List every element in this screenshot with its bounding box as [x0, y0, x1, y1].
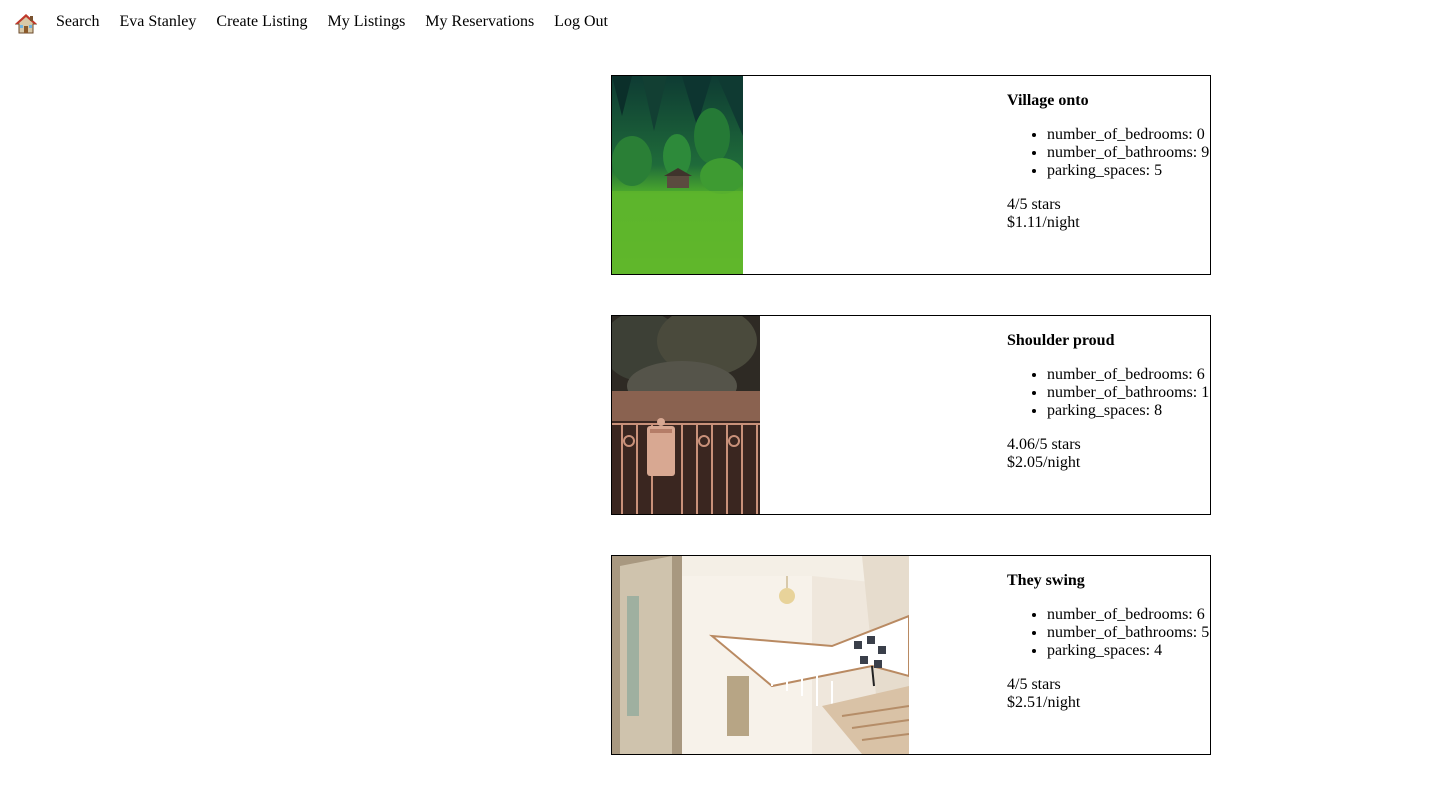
property-item: number_of_bedrooms: 0: [1047, 126, 1212, 144]
property-item: number_of_bedrooms: 6: [1047, 366, 1212, 384]
property-item: number_of_bedrooms: 6: [1047, 606, 1212, 624]
listing-list: Village onto number_of_bedrooms: 0 numbe…: [611, 75, 1211, 795]
nav-my-reservations-link[interactable]: My Reservations: [425, 12, 534, 32]
property-item: parking_spaces: 8: [1047, 402, 1212, 420]
listing-title: They swing: [1007, 572, 1085, 589]
listing-card[interactable]: Village onto number_of_bedrooms: 0 numbe…: [611, 75, 1211, 275]
listing-rating: 4/5 stars: [1007, 676, 1061, 693]
property-item: number_of_bathrooms: 5: [1047, 624, 1212, 642]
top-nav: Search Eva Stanley Create Listing My Lis…: [0, 0, 1447, 44]
listing-card[interactable]: They swing number_of_bedrooms: 6 number_…: [611, 555, 1211, 755]
listing-price: $2.05/night: [1007, 454, 1081, 471]
listing-rating: 4.06/5 stars: [1007, 436, 1081, 453]
listing-card[interactable]: Shoulder proud number_of_bedrooms: 6 num…: [611, 315, 1211, 515]
nav-create-listing-link[interactable]: Create Listing: [216, 12, 307, 32]
property-item: parking_spaces: 5: [1047, 162, 1212, 180]
listing-properties: number_of_bedrooms: 0 number_of_bathroom…: [1007, 126, 1212, 180]
listing-photo: [612, 316, 760, 514]
listing-price: $1.11/night: [1007, 214, 1080, 231]
listing-info: Village onto number_of_bedrooms: 0 numbe…: [1007, 92, 1212, 232]
listing-title: Village onto: [1007, 92, 1089, 109]
listing-photo: [612, 556, 909, 754]
home-icon[interactable]: [14, 13, 38, 35]
listing-properties: number_of_bedrooms: 6 number_of_bathroom…: [1007, 606, 1212, 660]
property-item: parking_spaces: 4: [1047, 642, 1212, 660]
listing-info: Shoulder proud number_of_bedrooms: 6 num…: [1007, 332, 1212, 472]
property-item: number_of_bathrooms: 1: [1047, 384, 1212, 402]
property-item: number_of_bathrooms: 9: [1047, 144, 1212, 162]
listing-price: $2.51/night: [1007, 694, 1081, 711]
nav-user-link[interactable]: Eva Stanley: [120, 12, 197, 32]
listing-title: Shoulder proud: [1007, 332, 1115, 349]
listing-properties: number_of_bedrooms: 6 number_of_bathroom…: [1007, 366, 1212, 420]
nav-logout-link[interactable]: Log Out: [554, 12, 608, 32]
listing-photo: [612, 76, 743, 274]
nav-search-link[interactable]: Search: [56, 12, 100, 32]
listing-rating: 4/5 stars: [1007, 196, 1061, 213]
nav-my-listings-link[interactable]: My Listings: [328, 12, 406, 32]
listing-info: They swing number_of_bedrooms: 6 number_…: [1007, 572, 1212, 712]
